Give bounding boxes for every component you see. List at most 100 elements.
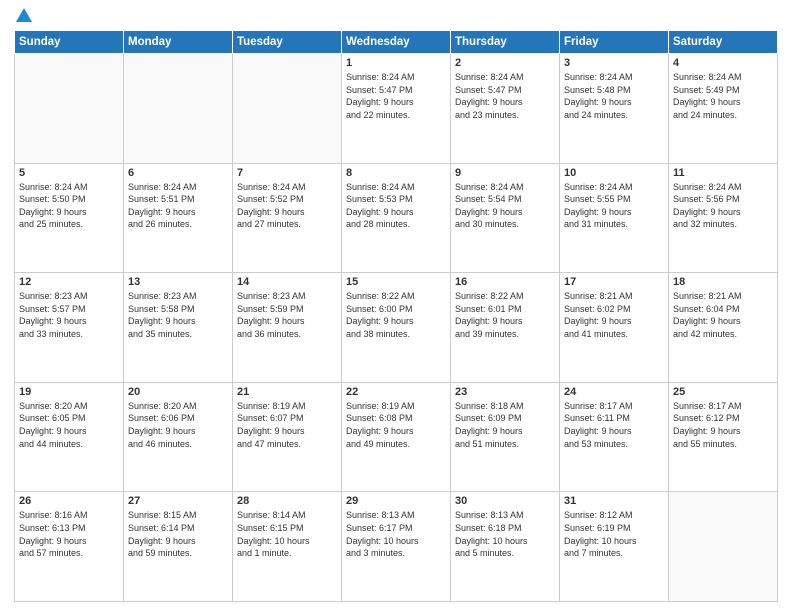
day-info: Sunrise: 8:24 AM Sunset: 5:50 PM Dayligh… [19,181,119,231]
calendar-day-empty [233,54,342,164]
calendar-week-row: 19 Sunrise: 8:20 AM Sunset: 6:05 PM Dayli… [15,382,778,492]
day-number: 2 [455,57,555,69]
calendar-day-18: 18 Sunrise: 8:21 AM Sunset: 6:04 PM Dayli… [669,273,778,383]
calendar-day-7: 7 Sunrise: 8:24 AM Sunset: 5:52 PM Daylig… [233,163,342,273]
day-info: Sunrise: 8:13 AM Sunset: 6:17 PM Dayligh… [346,509,446,559]
day-info: Sunrise: 8:15 AM Sunset: 6:14 PM Dayligh… [128,509,228,559]
day-of-week-header-thursday: Thursday [451,31,560,54]
day-number: 8 [346,167,446,179]
calendar-day-11: 11 Sunrise: 8:24 AM Sunset: 5:56 PM Dayli… [669,163,778,273]
day-number: 10 [564,167,664,179]
day-info: Sunrise: 8:24 AM Sunset: 5:51 PM Dayligh… [128,181,228,231]
calendar-week-row: 5 Sunrise: 8:24 AM Sunset: 5:50 PM Daylig… [15,163,778,273]
calendar-day-20: 20 Sunrise: 8:20 AM Sunset: 6:06 PM Dayli… [124,382,233,492]
day-number: 4 [673,57,773,69]
day-number: 18 [673,276,773,288]
calendar-day-8: 8Sunrise: 8:24 AM Sunset: 5:53 PM Daylig… [342,163,451,273]
calendar-day-31: 31 Sunrise: 8:12 AM Sunset: 6:19 PM Dayli… [560,492,669,602]
day-number: 27 [128,495,228,507]
day-number: 22 [346,386,446,398]
logo-triangle-icon [16,8,32,22]
calendar-day-15: 15 Sunrise: 8:22 AM Sunset: 6:00 PM Dayli… [342,273,451,383]
calendar-week-row: 26Sunrise: 8:16 AM Sunset: 6:13 PM Dayli… [15,492,778,602]
day-info: Sunrise: 8:24 AM Sunset: 5:48 PM Dayligh… [564,71,664,121]
day-info: Sunrise: 8:21 AM Sunset: 6:02 PM Dayligh… [564,290,664,340]
day-info: Sunrise: 8:23 AM Sunset: 5:59 PM Dayligh… [237,290,337,340]
calendar-day-19: 19 Sunrise: 8:20 AM Sunset: 6:05 PM Dayli… [15,382,124,492]
calendar-day-17: 17Sunrise: 8:21 AM Sunset: 6:02 PM Dayli… [560,273,669,383]
calendar-day-27: 27 Sunrise: 8:15 AM Sunset: 6:14 PM Dayli… [124,492,233,602]
day-info: Sunrise: 8:12 AM Sunset: 6:19 PM Dayligh… [564,509,664,559]
calendar-day-14: 14 Sunrise: 8:23 AM Sunset: 5:59 PM Dayli… [233,273,342,383]
day-number: 31 [564,495,664,507]
day-number: 15 [346,276,446,288]
day-number: 19 [19,386,119,398]
calendar-day-9: 9Sunrise: 8:24 AM Sunset: 5:54 PM Daylig… [451,163,560,273]
day-info: Sunrise: 8:20 AM Sunset: 6:06 PM Dayligh… [128,400,228,450]
day-number: 29 [346,495,446,507]
calendar-day-empty [15,54,124,164]
calendar-week-row: 1 Sunrise: 8:24 AM Sunset: 5:47 PM Daylig… [15,54,778,164]
day-number: 26 [19,495,119,507]
day-number: 30 [455,495,555,507]
day-number: 6 [128,167,228,179]
calendar-day-3: 3 Sunrise: 8:24 AM Sunset: 5:48 PM Daylig… [560,54,669,164]
calendar-day-23: 23Sunrise: 8:18 AM Sunset: 6:09 PM Dayli… [451,382,560,492]
calendar-day-24: 24Sunrise: 8:17 AM Sunset: 6:11 PM Dayli… [560,382,669,492]
day-number: 11 [673,167,773,179]
day-number: 16 [455,276,555,288]
day-info: Sunrise: 8:24 AM Sunset: 5:52 PM Dayligh… [237,181,337,231]
day-info: Sunrise: 8:23 AM Sunset: 5:57 PM Dayligh… [19,290,119,340]
day-info: Sunrise: 8:24 AM Sunset: 5:47 PM Dayligh… [346,71,446,121]
calendar-header-row: SundayMondayTuesdayWednesdayThursdayFrid… [15,31,778,54]
day-info: Sunrise: 8:22 AM Sunset: 6:00 PM Dayligh… [346,290,446,340]
day-number: 7 [237,167,337,179]
header [14,10,778,22]
day-number: 20 [128,386,228,398]
day-info: Sunrise: 8:13 AM Sunset: 6:18 PM Dayligh… [455,509,555,559]
calendar-day-16: 16 Sunrise: 8:22 AM Sunset: 6:01 PM Dayli… [451,273,560,383]
calendar-day-10: 10Sunrise: 8:24 AM Sunset: 5:55 PM Dayli… [560,163,669,273]
day-info: Sunrise: 8:24 AM Sunset: 5:47 PM Dayligh… [455,71,555,121]
day-info: Sunrise: 8:24 AM Sunset: 5:56 PM Dayligh… [673,181,773,231]
day-info: Sunrise: 8:17 AM Sunset: 6:12 PM Dayligh… [673,400,773,450]
day-info: Sunrise: 8:19 AM Sunset: 6:08 PM Dayligh… [346,400,446,450]
calendar-week-row: 12 Sunrise: 8:23 AM Sunset: 5:57 PM Dayli… [15,273,778,383]
day-of-week-header-saturday: Saturday [669,31,778,54]
day-number: 28 [237,495,337,507]
logo [14,10,32,22]
day-info: Sunrise: 8:20 AM Sunset: 6:05 PM Dayligh… [19,400,119,450]
day-number: 23 [455,386,555,398]
calendar-day-5: 5 Sunrise: 8:24 AM Sunset: 5:50 PM Daylig… [15,163,124,273]
day-of-week-header-tuesday: Tuesday [233,31,342,54]
page: SundayMondayTuesdayWednesdayThursdayFrid… [0,0,792,612]
calendar-day-empty [124,54,233,164]
day-number: 14 [237,276,337,288]
day-info: Sunrise: 8:21 AM Sunset: 6:04 PM Dayligh… [673,290,773,340]
calendar-day-6: 6 Sunrise: 8:24 AM Sunset: 5:51 PM Daylig… [124,163,233,273]
day-number: 5 [19,167,119,179]
day-of-week-header-wednesday: Wednesday [342,31,451,54]
day-number: 25 [673,386,773,398]
calendar-day-30: 30 Sunrise: 8:13 AM Sunset: 6:18 PM Dayli… [451,492,560,602]
day-of-week-header-sunday: Sunday [15,31,124,54]
day-info: Sunrise: 8:23 AM Sunset: 5:58 PM Dayligh… [128,290,228,340]
day-number: 9 [455,167,555,179]
calendar-day-2: 2 Sunrise: 8:24 AM Sunset: 5:47 PM Daylig… [451,54,560,164]
calendar-day-13: 13 Sunrise: 8:23 AM Sunset: 5:58 PM Dayli… [124,273,233,383]
day-info: Sunrise: 8:19 AM Sunset: 6:07 PM Dayligh… [237,400,337,450]
day-info: Sunrise: 8:22 AM Sunset: 6:01 PM Dayligh… [455,290,555,340]
calendar-day-26: 26Sunrise: 8:16 AM Sunset: 6:13 PM Dayli… [15,492,124,602]
calendar-day-12: 12 Sunrise: 8:23 AM Sunset: 5:57 PM Dayli… [15,273,124,383]
calendar-table: SundayMondayTuesdayWednesdayThursdayFrid… [14,30,778,602]
day-info: Sunrise: 8:24 AM Sunset: 5:49 PM Dayligh… [673,71,773,121]
calendar-day-1: 1 Sunrise: 8:24 AM Sunset: 5:47 PM Daylig… [342,54,451,164]
day-number: 12 [19,276,119,288]
day-number: 3 [564,57,664,69]
day-number: 21 [237,386,337,398]
day-number: 1 [346,57,446,69]
day-number: 13 [128,276,228,288]
day-info: Sunrise: 8:17 AM Sunset: 6:11 PM Dayligh… [564,400,664,450]
calendar-day-22: 22 Sunrise: 8:19 AM Sunset: 6:08 PM Dayli… [342,382,451,492]
calendar-day-25: 25 Sunrise: 8:17 AM Sunset: 6:12 PM Dayli… [669,382,778,492]
